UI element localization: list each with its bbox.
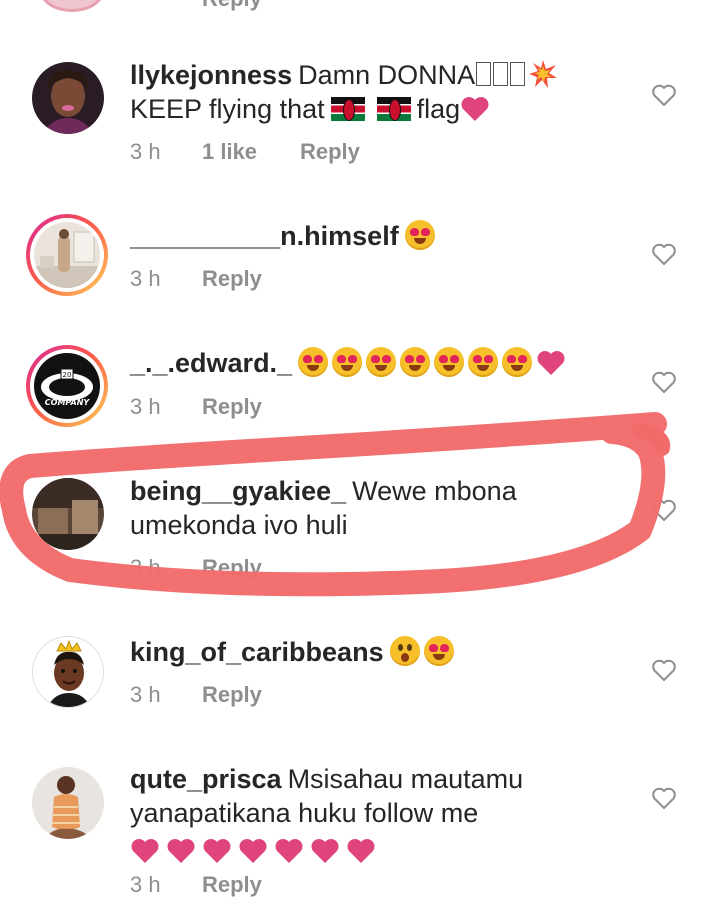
reply-button[interactable]: Reply bbox=[202, 394, 262, 420]
heart-eyes-emoji-icon bbox=[468, 347, 499, 377]
logo-number: 20 bbox=[63, 371, 72, 379]
heart-emoji-icon bbox=[239, 839, 267, 863]
reply-button[interactable]: Reply bbox=[202, 555, 262, 581]
avatar[interactable] bbox=[32, 636, 104, 708]
heart-emoji-icon bbox=[537, 351, 565, 375]
like-count[interactable]: 1 like bbox=[202, 139, 300, 165]
heart-eyes-emoji-icon bbox=[423, 636, 454, 666]
timestamp: 3 h bbox=[130, 872, 161, 897]
heart-emoji-icon bbox=[167, 839, 195, 863]
username[interactable]: qute_prisca bbox=[130, 764, 282, 794]
comment-text: qute_prisca Msisahau mautamu yanapatikana… bbox=[130, 762, 630, 868]
timestamp: 3 h bbox=[130, 555, 161, 580]
avatar[interactable] bbox=[32, 767, 104, 839]
username[interactable]: llykejonness bbox=[130, 60, 292, 90]
heart-emoji-icon bbox=[275, 839, 303, 863]
company-logo-avatar-icon: 20 COMPANY bbox=[34, 353, 100, 419]
comment-text: __________n.himself bbox=[130, 219, 630, 253]
heart-eyes-emoji-icon bbox=[434, 347, 465, 377]
username[interactable]: __________n.himself bbox=[130, 221, 399, 251]
timestamp: 3 h bbox=[130, 394, 161, 419]
comment-meta: 3 h 1 like Reply bbox=[130, 139, 360, 165]
crowned-cartoon-avatar-icon bbox=[32, 636, 104, 708]
heart-eyes-emoji-icon bbox=[400, 347, 431, 377]
comment-meta: 3 h Reply bbox=[130, 394, 262, 420]
previous-comment-fragment: Reply bbox=[0, 0, 720, 12]
heart-emoji-icon bbox=[461, 97, 489, 121]
avatar[interactable] bbox=[26, 214, 108, 296]
missing-glyph-icon bbox=[493, 62, 509, 86]
heart-emoji-icon bbox=[311, 839, 339, 863]
avatar[interactable] bbox=[32, 478, 104, 550]
like-heart-icon[interactable] bbox=[651, 657, 677, 683]
heart-eyes-emoji-icon bbox=[502, 347, 533, 377]
comment-text: _._.edward._ bbox=[130, 346, 630, 380]
comment-text-part: KEEP flying that bbox=[130, 94, 325, 124]
like-heart-icon[interactable] bbox=[651, 241, 677, 267]
reply-button[interactable]: Reply bbox=[202, 682, 262, 708]
username[interactable]: king_of_caribbeans bbox=[130, 637, 384, 667]
heart-eyes-emoji-icon bbox=[298, 347, 329, 377]
avatar[interactable] bbox=[32, 62, 104, 134]
room-photo-avatar-icon bbox=[34, 222, 100, 288]
comment-meta: 3 h Reply bbox=[130, 555, 262, 581]
timestamp: 3 h bbox=[130, 682, 161, 707]
like-heart-icon[interactable] bbox=[651, 785, 677, 811]
comment-text: king_of_caribbeans bbox=[130, 635, 630, 669]
username[interactable]: being__gyakiee_ bbox=[130, 476, 346, 506]
comment-text: being__gyakiee_ Wewe mbona umekonda ivo h… bbox=[130, 474, 630, 542]
heart-emoji-icon bbox=[131, 839, 159, 863]
missing-glyph-icon bbox=[476, 62, 492, 86]
previous-avatar bbox=[40, 0, 104, 12]
reply-button[interactable]: Reply bbox=[300, 139, 360, 165]
comment-meta: 3 h Reply bbox=[130, 682, 262, 708]
comment-text: llykejonness Damn DONNA KEEP flying that fl… bbox=[130, 58, 630, 126]
heart-emoji-icon bbox=[347, 839, 375, 863]
reply-button[interactable]: Reply bbox=[202, 872, 262, 898]
comment-text-part: flag bbox=[416, 94, 461, 124]
missing-glyph-icon bbox=[510, 62, 526, 86]
kenya-flag-icon bbox=[376, 97, 411, 121]
heart-emoji-icon bbox=[203, 839, 231, 863]
like-heart-icon[interactable] bbox=[651, 82, 677, 108]
reply-button[interactable]: Reply bbox=[202, 266, 262, 292]
woman-portrait-avatar-icon bbox=[32, 62, 104, 134]
heart-eyes-emoji-icon bbox=[404, 220, 435, 250]
avatar[interactable]: 20 COMPANY bbox=[26, 345, 108, 427]
heart-eyes-emoji-icon bbox=[366, 347, 397, 377]
hushed-face-emoji-icon bbox=[389, 636, 420, 666]
logo-text: COMPANY bbox=[45, 398, 91, 407]
timestamp: 3 h bbox=[130, 139, 161, 164]
kenya-flag-icon bbox=[330, 97, 365, 121]
like-heart-icon[interactable] bbox=[651, 497, 677, 523]
heart-eyes-emoji-icon bbox=[332, 347, 363, 377]
comment-meta: 3 h Reply bbox=[130, 266, 262, 292]
previous-reply-button[interactable]: Reply bbox=[202, 0, 262, 12]
comment-meta: 3 h Reply bbox=[130, 872, 262, 898]
timestamp: 3 h bbox=[130, 266, 161, 291]
bedroom-photo-avatar-icon bbox=[32, 478, 104, 550]
username[interactable]: _._.edward._ bbox=[130, 348, 292, 378]
comment-text-part: Damn DONNA bbox=[298, 60, 476, 90]
like-heart-icon[interactable] bbox=[651, 369, 677, 395]
woman-photo-avatar-icon bbox=[32, 767, 104, 839]
collision-emoji-icon bbox=[529, 60, 558, 88]
